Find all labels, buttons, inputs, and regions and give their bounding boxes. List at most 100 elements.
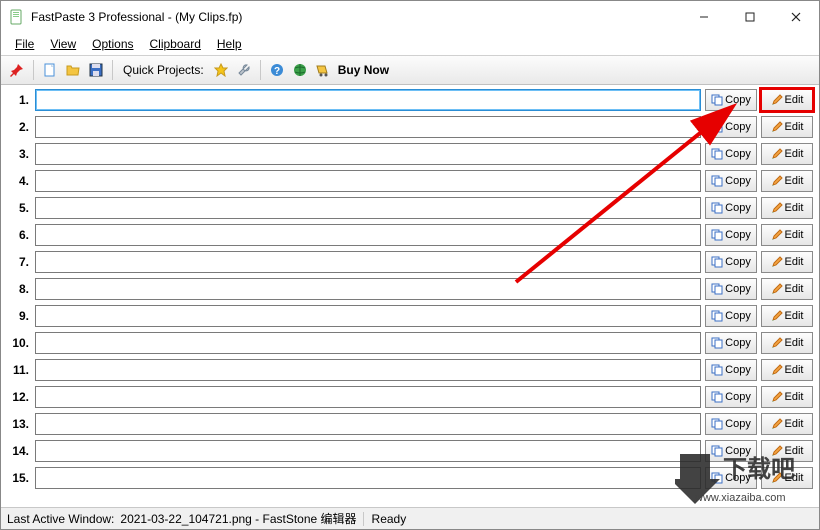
copy-icon — [711, 364, 723, 376]
clip-field[interactable] — [35, 332, 701, 354]
edit-button[interactable]: Edit — [761, 251, 813, 273]
clip-field[interactable] — [35, 278, 701, 300]
separator — [112, 60, 113, 80]
edit-button[interactable]: Edit — [761, 89, 813, 111]
edit-label: Edit — [785, 148, 804, 160]
buy-now-label[interactable]: Buy Now — [338, 63, 389, 77]
menubar: File View Options Clipboard Help — [1, 33, 819, 55]
row-number: 12. — [7, 390, 31, 404]
copy-button[interactable]: Copy — [705, 251, 757, 273]
clip-field[interactable] — [35, 413, 701, 435]
menu-options[interactable]: Options — [84, 35, 141, 53]
menu-help[interactable]: Help — [209, 35, 250, 53]
copy-button[interactable]: Copy — [705, 143, 757, 165]
statusbar: Last Active Window: 2021-03-22_104721.pn… — [1, 507, 819, 529]
copy-label: Copy — [725, 391, 751, 403]
copy-label: Copy — [725, 121, 751, 133]
edit-button[interactable]: Edit — [761, 278, 813, 300]
clip-field[interactable] — [35, 197, 701, 219]
edit-label: Edit — [785, 472, 804, 484]
copy-icon — [711, 94, 723, 106]
edit-button[interactable]: Edit — [761, 359, 813, 381]
clip-row: 12. Copy Edit — [5, 383, 815, 410]
edit-button[interactable]: Edit — [761, 116, 813, 138]
clip-field[interactable] — [35, 224, 701, 246]
copy-label: Copy — [725, 256, 751, 268]
copy-button[interactable]: Copy — [705, 386, 757, 408]
edit-button[interactable]: Edit — [761, 467, 813, 489]
copy-button[interactable]: Copy — [705, 413, 757, 435]
save-icon[interactable] — [86, 60, 106, 80]
clips-list: 1.CopyEdit2.CopyEdit3.CopyEdit4.CopyEdit… — [5, 86, 815, 507]
clip-field[interactable] — [35, 89, 701, 111]
edit-icon — [771, 202, 783, 214]
maximize-button[interactable] — [727, 2, 773, 32]
copy-button[interactable]: Copy — [705, 359, 757, 381]
clip-field[interactable] — [35, 386, 701, 408]
new-file-icon[interactable] — [40, 60, 60, 80]
edit-icon — [771, 94, 783, 106]
edit-button[interactable]: Edit — [761, 197, 813, 219]
close-button[interactable] — [773, 2, 819, 32]
toolbar: Quick Projects: ? Buy Now — [1, 55, 819, 85]
copy-button[interactable]: Copy — [705, 89, 757, 111]
clip-field[interactable] — [35, 251, 701, 273]
clip-row: 8. Copy Edit — [5, 275, 815, 302]
menu-view[interactable]: View — [42, 35, 84, 53]
edit-button[interactable]: Edit — [761, 440, 813, 462]
copy-button[interactable]: Copy — [705, 224, 757, 246]
pin-icon[interactable] — [7, 60, 27, 80]
edit-button[interactable]: Edit — [761, 386, 813, 408]
clip-row: 9.CopyEdit — [5, 302, 815, 329]
copy-button[interactable]: Copy — [705, 116, 757, 138]
clip-field[interactable] — [35, 305, 701, 327]
copy-label: Copy — [725, 202, 751, 214]
row-number: 8. — [7, 282, 31, 296]
clip-row: 15.CopyEdit — [5, 464, 815, 491]
row-number: 5. — [7, 201, 31, 215]
copy-button[interactable]: Copy — [705, 440, 757, 462]
edit-button[interactable]: Edit — [761, 224, 813, 246]
clip-field[interactable] — [35, 143, 701, 165]
clip-row: 4.CopyEdit — [5, 167, 815, 194]
copy-label: Copy — [725, 418, 751, 430]
edit-icon — [771, 310, 783, 322]
quick-projects-label: Quick Projects: — [119, 63, 208, 77]
copy-button[interactable]: Copy — [705, 332, 757, 354]
clip-field[interactable] — [35, 359, 701, 381]
copy-button[interactable]: Copy — [705, 170, 757, 192]
edit-button[interactable]: Edit — [761, 170, 813, 192]
copy-button[interactable]: Copy — [705, 467, 757, 489]
menu-clipboard[interactable]: Clipboard — [142, 35, 209, 53]
edit-icon — [771, 229, 783, 241]
edit-icon — [771, 337, 783, 349]
edit-button[interactable]: Edit — [761, 332, 813, 354]
edit-button[interactable]: Edit — [761, 413, 813, 435]
copy-button[interactable]: Copy — [705, 197, 757, 219]
cart-icon[interactable] — [313, 60, 333, 80]
edit-button[interactable]: Edit — [761, 143, 813, 165]
copy-button[interactable]: Copy — [705, 305, 757, 327]
row-number: 3. — [7, 147, 31, 161]
clip-field[interactable] — [35, 467, 701, 489]
row-number: 10. — [7, 336, 31, 350]
copy-button[interactable]: Copy — [705, 278, 757, 300]
clip-field[interactable] — [35, 116, 701, 138]
clip-field[interactable] — [35, 170, 701, 192]
copy-label: Copy — [725, 310, 751, 322]
menu-file[interactable]: File — [7, 35, 42, 53]
copy-icon — [711, 337, 723, 349]
star-icon[interactable] — [211, 60, 231, 80]
help-icon[interactable]: ? — [267, 60, 287, 80]
window-title: FastPaste 3 Professional - (My Clips.fp) — [31, 10, 681, 24]
wrench-icon[interactable] — [234, 60, 254, 80]
copy-label: Copy — [725, 283, 751, 295]
minimize-button[interactable] — [681, 2, 727, 32]
open-folder-icon[interactable] — [63, 60, 83, 80]
status-ready: Ready — [363, 512, 407, 526]
clip-field[interactable] — [35, 440, 701, 462]
edit-icon — [771, 472, 783, 484]
globe-icon[interactable] — [290, 60, 310, 80]
copy-icon — [711, 121, 723, 133]
edit-button[interactable]: Edit — [761, 305, 813, 327]
